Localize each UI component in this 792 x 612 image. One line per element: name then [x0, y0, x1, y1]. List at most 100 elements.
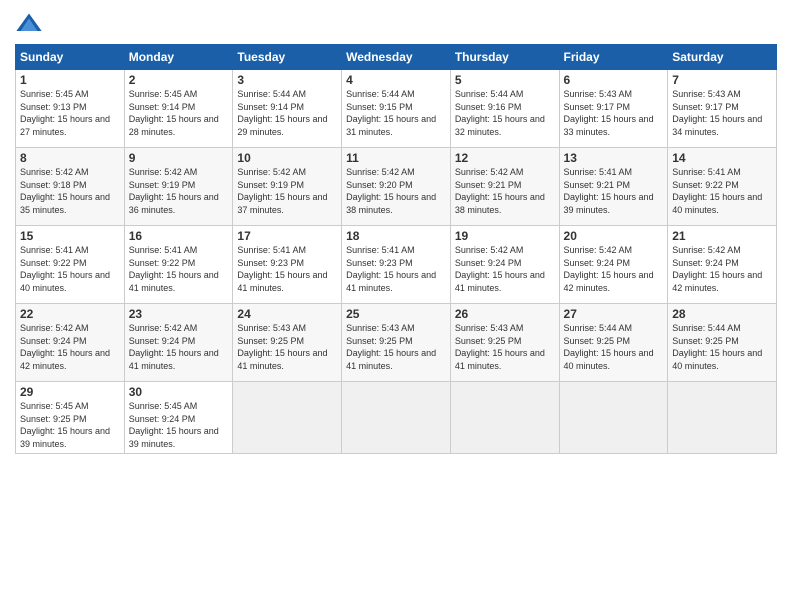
day-number: 24 [237, 307, 337, 321]
day-number: 9 [129, 151, 229, 165]
day-number: 26 [455, 307, 555, 321]
calendar-cell: 20Sunrise: 5:42 AMSunset: 9:24 PMDayligh… [559, 226, 668, 304]
calendar-cell: 25Sunrise: 5:43 AMSunset: 9:25 PMDayligh… [342, 304, 451, 382]
calendar-cell [559, 382, 668, 454]
calendar-cell [233, 382, 342, 454]
day-number: 4 [346, 73, 446, 87]
day-info: Sunrise: 5:44 AMSunset: 9:16 PMDaylight:… [455, 88, 555, 138]
calendar-cell: 29Sunrise: 5:45 AMSunset: 9:25 PMDayligh… [16, 382, 125, 454]
calendar-cell: 28Sunrise: 5:44 AMSunset: 9:25 PMDayligh… [668, 304, 777, 382]
day-info: Sunrise: 5:45 AMSunset: 9:24 PMDaylight:… [129, 400, 229, 450]
day-info: Sunrise: 5:42 AMSunset: 9:21 PMDaylight:… [455, 166, 555, 216]
day-info: Sunrise: 5:42 AMSunset: 9:24 PMDaylight:… [20, 322, 120, 372]
day-number: 21 [672, 229, 772, 243]
calendar-cell [450, 382, 559, 454]
calendar-cell: 4Sunrise: 5:44 AMSunset: 9:15 PMDaylight… [342, 70, 451, 148]
day-number: 29 [20, 385, 120, 399]
calendar-cell: 6Sunrise: 5:43 AMSunset: 9:17 PMDaylight… [559, 70, 668, 148]
day-number: 19 [455, 229, 555, 243]
calendar-cell: 7Sunrise: 5:43 AMSunset: 9:17 PMDaylight… [668, 70, 777, 148]
day-info: Sunrise: 5:43 AMSunset: 9:17 PMDaylight:… [672, 88, 772, 138]
col-header-sunday: Sunday [16, 45, 125, 70]
calendar-cell: 18Sunrise: 5:41 AMSunset: 9:23 PMDayligh… [342, 226, 451, 304]
day-number: 14 [672, 151, 772, 165]
day-info: Sunrise: 5:43 AMSunset: 9:17 PMDaylight:… [564, 88, 664, 138]
page: SundayMondayTuesdayWednesdayThursdayFrid… [0, 0, 792, 612]
calendar-cell: 9Sunrise: 5:42 AMSunset: 9:19 PMDaylight… [124, 148, 233, 226]
day-info: Sunrise: 5:42 AMSunset: 9:19 PMDaylight:… [237, 166, 337, 216]
calendar-cell: 12Sunrise: 5:42 AMSunset: 9:21 PMDayligh… [450, 148, 559, 226]
day-number: 12 [455, 151, 555, 165]
day-info: Sunrise: 5:41 AMSunset: 9:23 PMDaylight:… [237, 244, 337, 294]
calendar-cell: 23Sunrise: 5:42 AMSunset: 9:24 PMDayligh… [124, 304, 233, 382]
calendar-cell: 13Sunrise: 5:41 AMSunset: 9:21 PMDayligh… [559, 148, 668, 226]
day-info: Sunrise: 5:41 AMSunset: 9:22 PMDaylight:… [672, 166, 772, 216]
day-info: Sunrise: 5:45 AMSunset: 9:13 PMDaylight:… [20, 88, 120, 138]
calendar-cell: 21Sunrise: 5:42 AMSunset: 9:24 PMDayligh… [668, 226, 777, 304]
col-header-tuesday: Tuesday [233, 45, 342, 70]
week-row-3: 15 Sunrise: 5:41 AMSunset: 9:22 PMDayligh… [16, 226, 777, 304]
day-number: 8 [20, 151, 120, 165]
calendar-cell: 5Sunrise: 5:44 AMSunset: 9:16 PMDaylight… [450, 70, 559, 148]
day-info: Sunrise: 5:42 AMSunset: 9:20 PMDaylight:… [346, 166, 446, 216]
day-info: Sunrise: 5:43 AMSunset: 9:25 PMDaylight:… [237, 322, 337, 372]
logo [15, 10, 47, 38]
day-info: Sunrise: 5:41 AMSunset: 9:23 PMDaylight:… [346, 244, 446, 294]
calendar-cell: 1Sunrise: 5:45 AMSunset: 9:13 PMDaylight… [16, 70, 125, 148]
day-info: Sunrise: 5:43 AMSunset: 9:25 PMDaylight:… [346, 322, 446, 372]
day-info: Sunrise: 5:41 AMSunset: 9:22 PMDaylight:… [129, 244, 229, 294]
day-info: Sunrise: 5:42 AMSunset: 9:24 PMDaylight:… [672, 244, 772, 294]
header-row: SundayMondayTuesdayWednesdayThursdayFrid… [16, 45, 777, 70]
day-number: 22 [20, 307, 120, 321]
day-number: 13 [564, 151, 664, 165]
col-header-saturday: Saturday [668, 45, 777, 70]
calendar-cell: 11Sunrise: 5:42 AMSunset: 9:20 PMDayligh… [342, 148, 451, 226]
day-info: Sunrise: 5:44 AMSunset: 9:25 PMDaylight:… [564, 322, 664, 372]
col-header-wednesday: Wednesday [342, 45, 451, 70]
calendar: SundayMondayTuesdayWednesdayThursdayFrid… [15, 44, 777, 454]
day-info: Sunrise: 5:45 AMSunset: 9:25 PMDaylight:… [20, 400, 120, 450]
day-info: Sunrise: 5:41 AMSunset: 9:21 PMDaylight:… [564, 166, 664, 216]
day-number: 2 [129, 73, 229, 87]
day-number: 20 [564, 229, 664, 243]
col-header-thursday: Thursday [450, 45, 559, 70]
day-number: 10 [237, 151, 337, 165]
header [15, 10, 777, 38]
day-number: 16 [129, 229, 229, 243]
day-info: Sunrise: 5:45 AMSunset: 9:14 PMDaylight:… [129, 88, 229, 138]
col-header-monday: Monday [124, 45, 233, 70]
calendar-cell: 27Sunrise: 5:44 AMSunset: 9:25 PMDayligh… [559, 304, 668, 382]
week-row-4: 22Sunrise: 5:42 AMSunset: 9:24 PMDayligh… [16, 304, 777, 382]
calendar-cell: 10Sunrise: 5:42 AMSunset: 9:19 PMDayligh… [233, 148, 342, 226]
day-info: Sunrise: 5:42 AMSunset: 9:24 PMDaylight:… [455, 244, 555, 294]
calendar-cell: 3Sunrise: 5:44 AMSunset: 9:14 PMDaylight… [233, 70, 342, 148]
calendar-cell: 22Sunrise: 5:42 AMSunset: 9:24 PMDayligh… [16, 304, 125, 382]
calendar-cell: 26Sunrise: 5:43 AMSunset: 9:25 PMDayligh… [450, 304, 559, 382]
day-info: Sunrise: 5:44 AMSunset: 9:14 PMDaylight:… [237, 88, 337, 138]
day-info: Sunrise: 5:42 AMSunset: 9:18 PMDaylight:… [20, 166, 120, 216]
calendar-cell: 15Sunrise: 5:41 AMSunset: 9:22 PMDayligh… [16, 226, 125, 304]
day-info: Sunrise: 5:42 AMSunset: 9:24 PMDaylight:… [564, 244, 664, 294]
week-row-5: 29Sunrise: 5:45 AMSunset: 9:25 PMDayligh… [16, 382, 777, 454]
col-header-friday: Friday [559, 45, 668, 70]
day-number: 23 [129, 307, 229, 321]
day-number: 7 [672, 73, 772, 87]
day-number: 17 [237, 229, 337, 243]
day-number: 15 [20, 229, 120, 243]
calendar-cell: 16Sunrise: 5:41 AMSunset: 9:22 PMDayligh… [124, 226, 233, 304]
day-number: 25 [346, 307, 446, 321]
day-number: 30 [129, 385, 229, 399]
calendar-cell [668, 382, 777, 454]
day-info: Sunrise: 5:44 AMSunset: 9:25 PMDaylight:… [672, 322, 772, 372]
calendar-cell [342, 382, 451, 454]
calendar-cell: 8Sunrise: 5:42 AMSunset: 9:18 PMDaylight… [16, 148, 125, 226]
day-number: 3 [237, 73, 337, 87]
day-number: 28 [672, 307, 772, 321]
calendar-cell: 30Sunrise: 5:45 AMSunset: 9:24 PMDayligh… [124, 382, 233, 454]
day-info: Sunrise: 5:42 AMSunset: 9:19 PMDaylight:… [129, 166, 229, 216]
day-number: 1 [20, 73, 120, 87]
week-row-2: 8Sunrise: 5:42 AMSunset: 9:18 PMDaylight… [16, 148, 777, 226]
day-info: Sunrise: 5:43 AMSunset: 9:25 PMDaylight:… [455, 322, 555, 372]
day-number: 5 [455, 73, 555, 87]
logo-icon [15, 10, 43, 38]
